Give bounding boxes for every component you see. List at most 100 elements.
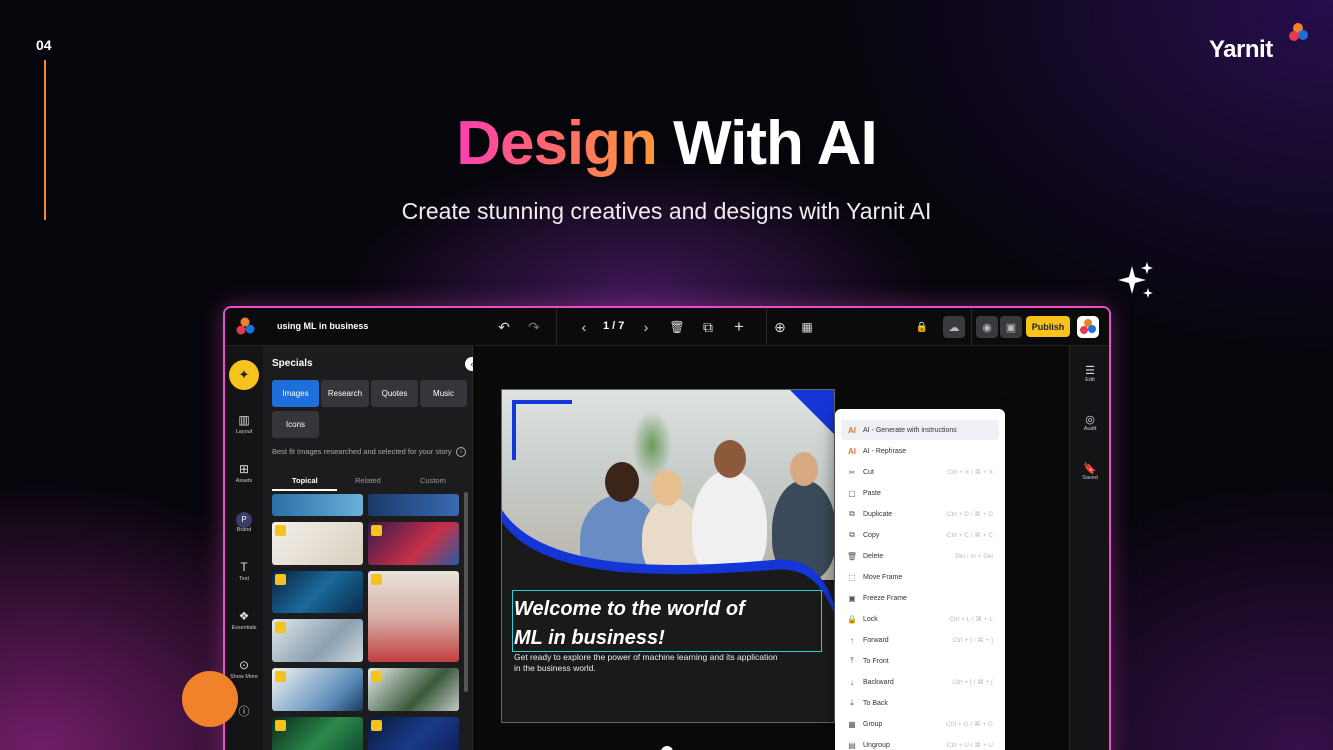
context-menu-shortcut: Ctrl + G / ⌘ + G <box>946 721 993 728</box>
preview-icon[interactable]: ◉ <box>976 316 998 338</box>
context-menu-shortcut: Ctrl + D / ⌘ + D <box>946 511 993 518</box>
slide-number: 04 <box>36 37 52 53</box>
rail-item-saved[interactable]: 🔖 Saved <box>1070 462 1109 481</box>
move-frame-icon: ⬚ <box>848 572 856 582</box>
hero-title-rest: With AI <box>673 109 878 178</box>
context-menu-item[interactable]: 🗑 Delete Del / In + Del <box>841 546 999 566</box>
top-toolbar: using ML in business ↶ ↷ ‹ 1 / 7 › 🗑 ⧉ +… <box>225 308 1109 346</box>
image-thumbnail[interactable] <box>272 668 363 711</box>
app-logo-icon[interactable] <box>235 317 255 337</box>
rail-item-show-more[interactable]: ⊙ Show More <box>225 657 263 680</box>
context-menu-item[interactable]: AI AI - Generate with instructions <box>841 420 999 440</box>
context-menu-item[interactable]: 🔒 Lock Ctrl + L / ⌘ + L <box>841 609 999 629</box>
hero-subtitle: Create stunning creatives and designs wi… <box>401 198 932 224</box>
context-menu-item[interactable]: ▦ Group Ctrl + G / ⌘ + G <box>841 714 999 734</box>
rail-item-assets[interactable]: ⊞ Assets <box>225 461 263 484</box>
artboard-body-text[interactable]: Get ready to explore the power of machin… <box>514 652 784 674</box>
redo-icon[interactable]: ↷ <box>523 316 545 338</box>
rail-item-layout[interactable]: ▥ Layout <box>225 412 263 435</box>
undo-icon[interactable]: ↶ <box>493 316 515 338</box>
next-page-icon[interactable]: › <box>635 316 657 338</box>
toolbar-separator <box>766 308 767 346</box>
artboard-headline[interactable]: Welcome to the world of ML in business! <box>514 595 822 653</box>
context-menu-item[interactable]: ✂ Cut Ctrl + X / ⌘ + X <box>841 462 999 482</box>
headline-line: ML in business! <box>514 627 665 649</box>
panel-title: Specials <box>272 358 313 369</box>
context-menu-label: Delete <box>863 552 884 560</box>
info-icon[interactable]: i <box>456 447 466 457</box>
toolbar-separator <box>556 308 557 346</box>
ai-icon: AI <box>848 446 856 456</box>
image-thumbnail[interactable] <box>368 522 459 565</box>
rail-item-essentials[interactable]: ❖ Essentials <box>225 608 263 631</box>
trash-icon: 🗑 <box>846 551 858 561</box>
image-thumbnail[interactable] <box>272 717 363 750</box>
chip-music[interactable]: Music <box>420 380 467 407</box>
image-thumbnail[interactable] <box>272 522 363 565</box>
subtab-custom[interactable]: Custom <box>420 476 446 485</box>
audit-icon: ◎ <box>1085 414 1095 426</box>
trash-icon[interactable]: 🗑 <box>666 316 688 338</box>
grid-icon[interactable]: ▦ <box>796 316 818 338</box>
chip-icons[interactable]: Icons <box>272 411 319 438</box>
rail-item-text[interactable]: T Text <box>225 559 263 582</box>
thumbnail-badge <box>371 720 382 731</box>
image-thumbnail[interactable] <box>272 571 363 613</box>
save-icon[interactable]: ▣ <box>1000 316 1022 338</box>
subtab-related[interactable]: Related <box>355 476 381 485</box>
context-menu-label: To Back <box>863 699 888 707</box>
subtab-topical[interactable]: Topical <box>292 476 318 485</box>
artboard[interactable]: Welcome to the world of ML in business! … <box>501 389 835 723</box>
lock-icon: 🔒 <box>847 614 857 624</box>
chip-images[interactable]: Images <box>272 380 319 407</box>
rail-label: Layout <box>235 429 253 435</box>
rail-label: Show More <box>230 674 258 680</box>
add-icon[interactable]: + <box>728 316 750 338</box>
context-menu-item[interactable]: ⧉ Copy Ctrl + C / ⌘ + C <box>841 525 999 545</box>
context-menu-item[interactable]: ▤ Ungroup Ctrl + U / ⌘ + U <box>841 735 999 750</box>
image-thumbnail[interactable] <box>368 717 459 750</box>
chip-research[interactable]: Research <box>321 380 369 407</box>
document-title[interactable]: using ML in business <box>277 321 368 331</box>
photo-person-head <box>790 452 818 486</box>
context-menu-item[interactable]: ⤒ To Front <box>841 651 999 671</box>
context-menu-label: Move Frame <box>863 573 903 581</box>
context-menu-item[interactable]: ↓ Backward Ctrl + [ / ⌘ + [ <box>841 672 999 692</box>
rail-item-audit[interactable]: ◎ Audit <box>1070 413 1109 432</box>
user-avatar[interactable] <box>1077 316 1099 338</box>
duplicate-icon[interactable]: ⧉ <box>697 316 719 338</box>
paste-icon: ▢ <box>848 488 856 498</box>
publish-button[interactable]: Publish <box>1026 316 1070 337</box>
rail-item-edit[interactable]: ☰ Edit <box>1070 364 1109 383</box>
prev-page-icon[interactable]: ‹ <box>573 316 595 338</box>
blue-bracket-shape <box>512 400 572 460</box>
image-thumbnail[interactable] <box>272 619 363 662</box>
context-menu-item[interactable]: ⬚ Move Frame <box>841 567 999 587</box>
context-menu-label: Forward <box>863 636 889 644</box>
image-thumbnail[interactable] <box>368 571 459 662</box>
lock-icon[interactable]: 🔒 <box>911 316 933 338</box>
chip-quotes[interactable]: Quotes <box>371 380 418 407</box>
thumbnail-badge <box>275 525 286 536</box>
context-menu-label: To Front <box>863 657 889 665</box>
thumbnail-badge <box>275 622 286 633</box>
zoom-icon[interactable]: ⊕ <box>769 316 791 338</box>
rail-item-brand[interactable]: P Brand <box>225 510 263 533</box>
sliders-icon: ☰ <box>1085 365 1095 377</box>
thumbnail-badge <box>275 720 286 731</box>
cloud-icon[interactable]: ☁ <box>943 316 965 338</box>
app-window: using ML in business ↶ ↷ ‹ 1 / 7 › 🗑 ⧉ +… <box>223 306 1111 750</box>
context-menu-item[interactable]: ↑ Forward Ctrl + ] / ⌘ + ] <box>841 630 999 650</box>
magic-ai-button[interactable]: ✦ <box>229 360 259 390</box>
context-menu-label: Backward <box>863 678 894 686</box>
context-menu-item[interactable]: ⧉ Duplicate Ctrl + D / ⌘ + D <box>841 504 999 524</box>
context-menu-item[interactable]: ▣ Freeze Frame <box>841 588 999 608</box>
context-menu-label: AI - Rephrase <box>863 447 907 455</box>
image-thumbnail[interactable] <box>272 494 363 516</box>
panel-scrollbar[interactable] <box>464 492 468 692</box>
context-menu-item[interactable]: ▢ Paste <box>841 483 999 503</box>
image-thumbnail[interactable] <box>368 494 459 516</box>
context-menu-item[interactable]: ⤓ To Back <box>841 693 999 713</box>
context-menu-item[interactable]: AI AI - Rephrase <box>841 441 999 461</box>
image-thumbnail[interactable] <box>368 668 459 711</box>
